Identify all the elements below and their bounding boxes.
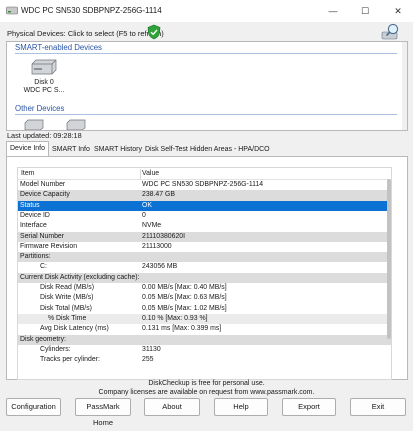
table-row[interactable]: C: 243056 MB <box>18 262 391 272</box>
row-item: Model Number <box>20 181 66 188</box>
row-item: Disk Total (MB/s) <box>40 304 92 312</box>
row-value: NVMe <box>142 222 162 230</box>
row-item: Device Capacity <box>20 191 70 199</box>
close-button[interactable]: ✕ <box>383 0 413 22</box>
table-row[interactable]: Firmware Revision 21113000 <box>18 242 391 252</box>
physical-devices-label: Physical Devices: Click to select (F5 to… <box>7 29 164 38</box>
magnifier-drive-icon[interactable] <box>380 22 402 42</box>
table-row[interactable]: Disk Write (MB/s) 0.05 MB/s [Max: 0.63 MB… <box>18 293 391 303</box>
table-row[interactable]: Interface NVMe <box>18 221 391 231</box>
devices-scrollbar[interactable] <box>402 42 407 130</box>
row-value: OK <box>142 201 152 209</box>
last-updated-text: Last updated: 09:28:18 <box>7 131 82 140</box>
group-divider <box>15 53 397 54</box>
row-value: 0.05 MB/s [Max: 1.02 MB/s] <box>142 304 227 312</box>
row-item: Status <box>20 201 40 209</box>
table-row[interactable]: Device Capacity 238.47 GB <box>18 190 391 201</box>
row-item: Disk Write (MB/s) <box>40 294 94 302</box>
row-value: 21113000 <box>142 242 172 250</box>
table-row[interactable]: % Disk Time 0.10 % [Max: 0.93 %] <box>18 313 391 325</box>
row-item: Current Disk Activity (excluding cache): <box>20 273 140 281</box>
tab-smart-history[interactable]: SMART History <box>90 142 146 157</box>
tab-device-info[interactable]: Device Info <box>6 141 50 157</box>
disk-0-device[interactable]: Disk 0 WDC PC S... <box>16 56 72 96</box>
table-row[interactable]: Cylinders: 31130 <box>18 345 391 355</box>
row-item: Avg Disk Latency (ms) <box>40 325 109 333</box>
table-row[interactable]: Device ID 0 <box>18 211 391 221</box>
refresh-shield-icon[interactable] <box>146 24 162 40</box>
row-value: 243056 MB <box>142 263 178 271</box>
minimize-button[interactable]: — <box>318 0 348 22</box>
row-item: Tracks per cylinder: <box>40 356 100 364</box>
exit-button[interactable]: Exit <box>350 398 406 416</box>
row-value: 0 <box>142 211 146 219</box>
row-value: 0.10 % [Max: 0.93 %] <box>142 314 208 322</box>
help-button[interactable]: Help <box>214 398 268 416</box>
scrollbar-thumb[interactable] <box>387 179 391 339</box>
row-item: % Disk Time <box>48 314 87 322</box>
about-button[interactable]: About <box>144 398 200 416</box>
title-bar: WDC PC SN530 SDBPNPZ-256G-1114 — ☐ ✕ <box>0 0 413 22</box>
table-row[interactable]: Status OK <box>18 200 391 211</box>
table-row[interactable]: Disk Read (MB/s) 0.00 MB/s [Max: 0.40 MB/… <box>18 283 391 293</box>
table-row[interactable]: Disk geometry: <box>18 334 391 345</box>
license-note: DiskCheckup is free for personal use. <box>148 380 265 387</box>
row-item: Partitions: <box>20 253 51 261</box>
row-item: Device ID <box>20 211 50 219</box>
table-row[interactable]: Avg Disk Latency (ms) 0.131 ms [Max: 0.39… <box>18 324 391 334</box>
row-value: WDC PC SN530 SDBPNPZ-256G-1114 <box>142 181 264 188</box>
table-scrollbar[interactable] <box>387 175 391 355</box>
app-drive-icon <box>6 6 18 15</box>
tab-hidden-areas[interactable]: Hidden Areas - HPA/DCO <box>186 142 274 157</box>
row-value: 31130 <box>142 345 161 353</box>
row-value: 0.05 MB/s [Max: 0.63 MB/s] <box>142 294 227 302</box>
row-value: 0.131 ms [Max: 0.399 ms] <box>142 325 222 333</box>
device-info-table[interactable]: Item Value Model Number WDC PC SN530 SDBP… <box>17 167 392 380</box>
row-item: C: <box>40 263 47 271</box>
row-item: Disk Read (MB/s) <box>40 284 94 291</box>
devices-panel: SMART-enabled Devices Disk 0 WDC PC S... … <box>6 41 408 131</box>
row-value: 0.00 MB/s [Max: 0.40 MB/s] <box>142 284 227 291</box>
hard-disk-icon <box>31 59 57 75</box>
row-item: Cylinders: <box>40 345 71 353</box>
row-value: 255 <box>142 356 154 364</box>
table-row[interactable]: Partitions: <box>18 252 391 263</box>
configuration-button[interactable]: Configuration <box>6 398 61 416</box>
row-item: Serial Number <box>20 232 65 240</box>
tab-disk-self-test[interactable]: Disk Self-Test <box>141 142 192 157</box>
table-row[interactable]: Disk Total (MB/s) 0.05 MB/s [Max: 1.02 MB… <box>18 304 391 314</box>
table-row[interactable]: Current Disk Activity (excluding cache): <box>18 272 391 283</box>
other-devices-group-header: Other Devices <box>15 104 65 113</box>
row-item: Interface <box>20 222 47 230</box>
column-divider[interactable] <box>140 169 141 180</box>
column-header-value[interactable]: Value <box>142 169 159 179</box>
tab-smart-info[interactable]: SMART Info <box>48 142 94 157</box>
row-value: 238.47 GB <box>142 191 175 199</box>
license-note-company: Company licenses are available on reques… <box>98 389 315 396</box>
table-header-row: Item Value <box>18 169 391 181</box>
column-header-item[interactable]: Item <box>21 169 34 179</box>
disk-0-label: Disk 0 WDC PC S... <box>23 79 65 94</box>
group-divider <box>15 114 397 115</box>
table-row[interactable]: Tracks per cylinder: 255 <box>18 355 391 365</box>
other-disk-1-icon[interactable] <box>24 119 44 130</box>
device-info-panel: Item Value Model Number WDC PC SN530 SDBP… <box>6 156 408 380</box>
table-row[interactable]: Serial Number 21110380620I <box>18 231 391 242</box>
other-disk-2-icon[interactable] <box>66 119 86 130</box>
smart-devices-group-header: SMART-enabled Devices <box>15 43 102 52</box>
row-item: Firmware Revision <box>20 242 78 250</box>
passmark-home-button[interactable]: PassMark Home <box>75 398 131 427</box>
table-row[interactable]: Model Number WDC PC SN530 SDBPNPZ-256G-11… <box>18 180 391 190</box>
row-value: 21110380620I <box>142 232 186 240</box>
row-item: Disk geometry: <box>20 335 66 343</box>
export-button[interactable]: Export <box>282 398 336 416</box>
maximize-button[interactable]: ☐ <box>350 0 380 22</box>
window-title: WDC PC SN530 SDBPNPZ-256G-1114 <box>21 6 162 15</box>
